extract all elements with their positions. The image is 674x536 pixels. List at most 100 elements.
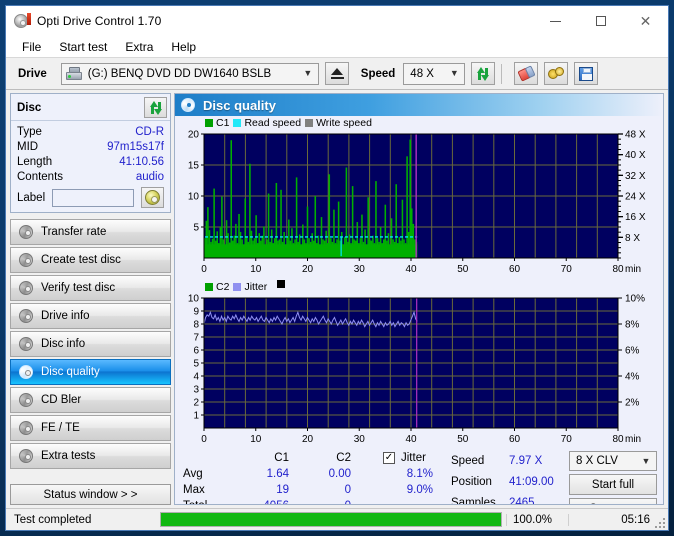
maximize-button[interactable] xyxy=(578,6,623,36)
disc-key-length: Length xyxy=(17,155,53,168)
sidebar-item-drive-info[interactable]: Drive info xyxy=(10,303,171,329)
stats-avg-jitter: 8.1% xyxy=(406,468,433,480)
floppy-disk-icon xyxy=(579,66,594,81)
sidebar-item-cd-bler[interactable]: CD Bler xyxy=(10,387,171,413)
disc-row-length: Length 41:10.56 xyxy=(17,154,164,169)
stats-row-total: Total 4056 0 xyxy=(175,498,445,504)
start-part-button[interactable]: Start part xyxy=(569,498,657,504)
menu-item-start-test[interactable]: Start test xyxy=(51,38,115,56)
statistics-panel: C1 C2 ✓ Jitter Avg 1.64 0.00 8.1% Max 19… xyxy=(175,446,663,505)
stats-header-jitter: Jitter xyxy=(401,452,426,464)
chevron-down-icon: ▼ xyxy=(303,68,313,78)
stats-max-jitter: 9.0% xyxy=(406,484,433,496)
sidebar-item-fe-te[interactable]: FE / TE xyxy=(10,415,171,441)
resize-grip[interactable] xyxy=(653,516,665,528)
stats-label-max: Max xyxy=(183,484,205,496)
disc-icon xyxy=(19,392,34,408)
toolbar-divider xyxy=(501,63,503,84)
stats-max-c1: 19 xyxy=(276,484,289,496)
disc-value-length: 41:10.56 xyxy=(119,155,164,168)
menu-item-help[interactable]: Help xyxy=(163,38,204,56)
refresh-button[interactable] xyxy=(471,62,496,85)
menu-item-file[interactable]: File xyxy=(14,38,49,56)
sidebar-item-verify-test-disc[interactable]: Verify test disc xyxy=(10,275,171,301)
svg-text:1: 1 xyxy=(193,411,199,422)
legend-entry-c2: C2 xyxy=(205,281,229,293)
legend-swatch-read-speed xyxy=(233,119,242,127)
results-value-samples: 2465 xyxy=(509,496,535,505)
settings-button[interactable] xyxy=(544,62,569,85)
c1-chart-legend: C1 Read speed Write speed xyxy=(175,116,663,130)
drive-select[interactable]: (G:) BENQ DVD DD DW1640 BSLB ▼ xyxy=(60,62,319,85)
svg-text:2: 2 xyxy=(193,398,199,409)
chevron-down-icon: ▼ xyxy=(641,455,651,466)
minimize-button[interactable] xyxy=(533,6,578,36)
jitter-checkbox[interactable]: ✓ xyxy=(383,452,395,464)
sidebar-item-extra-tests[interactable]: Extra tests xyxy=(10,443,171,469)
save-button[interactable] xyxy=(574,62,599,85)
svg-text:32 X: 32 X xyxy=(625,171,646,182)
disc-quality-icon xyxy=(181,97,196,113)
write-strategy-select[interactable]: 8 X CLV ▼ xyxy=(569,451,657,471)
speed-label: Speed xyxy=(360,67,396,80)
svg-text:4%: 4% xyxy=(625,372,640,383)
menu-item-extra[interactable]: Extra xyxy=(117,38,161,56)
disc-label-input[interactable] xyxy=(52,188,135,207)
svg-text:15: 15 xyxy=(188,161,200,172)
legend-swatch-jitter xyxy=(233,283,242,291)
legend-label-write-speed: Write speed xyxy=(316,117,372,129)
panel-header: Disc quality xyxy=(175,94,663,116)
c1-plot[interactable]: 5 10 15 20 8 X 16 X 24 X 32 X 40 X 48 X 0 10 20 30 40 5… xyxy=(175,130,663,280)
status-message: Test completed xyxy=(14,513,92,526)
stats-header-row: C1 C2 ✓ Jitter xyxy=(175,450,445,466)
status-window-button[interactable]: Status window > > xyxy=(10,484,171,505)
sidebar-item-transfer-rate[interactable]: Transfer rate xyxy=(10,219,171,245)
close-button[interactable]: ✕ xyxy=(623,6,668,36)
stats-label-total: Total xyxy=(175,500,227,504)
app-disc-icon xyxy=(14,13,31,29)
svg-text:40: 40 xyxy=(405,264,417,275)
stats-row-max: Max 19 0 9.0% xyxy=(175,482,445,498)
jitter-header-group: ✓ Jitter xyxy=(383,450,426,466)
disc-row-type: Type CD-R xyxy=(17,124,164,139)
drive-select-value: (G:) BENQ DVD DD DW1640 BSLB xyxy=(87,67,272,80)
stats-total-c2: 0 xyxy=(289,500,351,504)
start-full-button[interactable]: Start full xyxy=(569,474,657,495)
results-value-position: 41:09.00 xyxy=(509,475,554,488)
disc-refresh-button[interactable] xyxy=(144,97,167,118)
sidebar-item-label: Extra tests xyxy=(41,450,96,462)
sidebar-item-disc-info[interactable]: Disc info xyxy=(10,331,171,357)
sidebar-item-disc-quality[interactable]: Disc quality xyxy=(10,359,171,385)
disc-icon xyxy=(19,308,34,324)
disc-icon xyxy=(19,280,34,296)
right-pane: Disc quality C1 Read speed Write speed 5… xyxy=(174,93,664,505)
legend-swatch-c1 xyxy=(205,119,213,127)
erase-button[interactable] xyxy=(514,62,539,85)
progress-bar-fill xyxy=(161,513,501,526)
progress-percent: 100.0% xyxy=(506,513,568,526)
svg-text:70: 70 xyxy=(561,264,573,275)
results-row-position: Position 41:09.00 xyxy=(451,471,569,492)
svg-text:20: 20 xyxy=(302,434,314,445)
legend-entry-jitter: Jitter xyxy=(233,281,267,293)
disc-detail-button[interactable] xyxy=(140,187,164,208)
results-value-speed: 7.97 X xyxy=(509,454,543,467)
c2-jitter-plot[interactable]: 1 2 3 4 5 6 7 8 9 10 2% 4% 6% 8% 10% 0 10 20 30 40 50 60 70 80 m… xyxy=(175,294,663,446)
sidebar-item-create-test-disc[interactable]: Create test disc xyxy=(10,247,171,273)
svg-text:5: 5 xyxy=(193,359,199,370)
eject-button[interactable] xyxy=(324,62,349,85)
disc-row-contents: Contents audio xyxy=(17,169,164,184)
speed-select[interactable]: 48 X ▼ xyxy=(403,62,466,85)
results-values: Speed 7.97 X Position 41:09.00 Samples 2… xyxy=(451,450,569,505)
svg-text:5: 5 xyxy=(193,223,199,234)
c2-chart-legend: C2 Jitter xyxy=(175,280,663,294)
sidebar-item-label: Drive info xyxy=(41,310,90,322)
sidebar-item-label: Disc quality xyxy=(41,366,100,378)
window-controls: ✕ xyxy=(533,6,668,36)
eraser-icon xyxy=(517,65,536,82)
results-key-position: Position xyxy=(451,475,492,488)
stats-label-avg: Avg xyxy=(183,468,203,480)
results-key-samples: Samples xyxy=(451,496,496,505)
svg-text:6%: 6% xyxy=(625,346,640,357)
svg-text:8%: 8% xyxy=(625,320,640,331)
